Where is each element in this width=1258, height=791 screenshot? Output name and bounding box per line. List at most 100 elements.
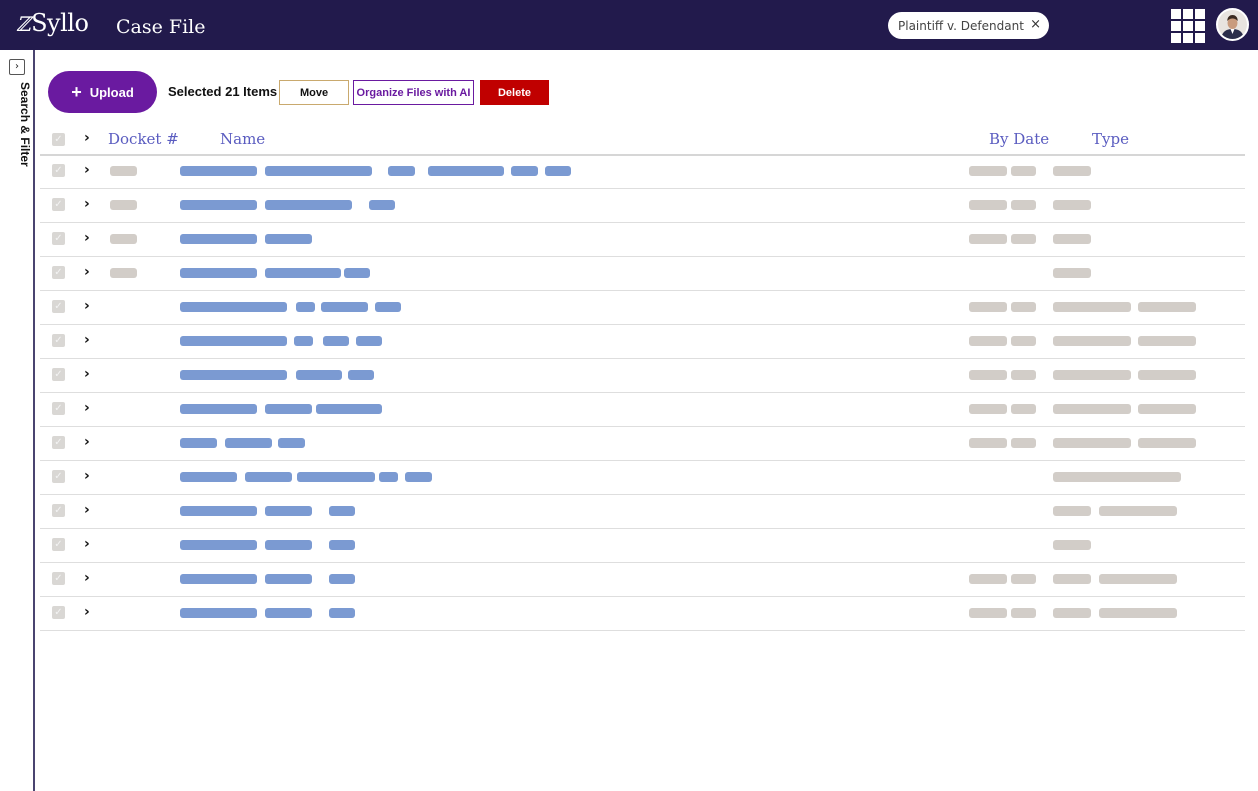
table-row[interactable]: ✓ › xyxy=(40,597,1245,631)
table-row[interactable]: ✓ › xyxy=(40,359,1245,393)
table-row[interactable]: ✓ › xyxy=(40,257,1245,291)
row-checkbox[interactable]: ✓ xyxy=(52,164,65,177)
expand-row-chevron-icon[interactable]: › xyxy=(84,502,90,518)
name-placeholder xyxy=(379,472,398,482)
date-placeholder xyxy=(1011,302,1036,312)
expand-row-chevron-icon[interactable]: › xyxy=(84,400,90,416)
row-checkbox[interactable]: ✓ xyxy=(52,470,65,483)
row-checkbox[interactable]: ✓ xyxy=(52,198,65,211)
upload-button[interactable]: + Upload xyxy=(48,71,157,113)
expand-row-chevron-icon[interactable]: › xyxy=(84,604,90,620)
name-placeholder xyxy=(180,608,257,618)
name-placeholder xyxy=(265,540,312,550)
name-placeholder xyxy=(405,472,432,482)
name-placeholder xyxy=(265,506,312,516)
date-placeholder xyxy=(1011,336,1036,346)
column-header-docket[interactable]: Docket # xyxy=(108,130,179,148)
name-placeholder xyxy=(180,404,257,414)
apps-grid-icon[interactable] xyxy=(1171,9,1205,43)
column-header-type[interactable]: Type xyxy=(1092,130,1129,148)
type-placeholder xyxy=(1053,302,1131,312)
expand-row-chevron-icon[interactable]: › xyxy=(84,264,90,280)
name-placeholder xyxy=(265,166,372,176)
docket-placeholder xyxy=(110,234,137,244)
name-placeholder xyxy=(180,472,237,482)
table-row[interactable]: ✓ › xyxy=(40,393,1245,427)
expand-row-chevron-icon[interactable]: › xyxy=(84,230,90,246)
expand-row-chevron-icon[interactable]: › xyxy=(84,468,90,484)
table-row[interactable]: ✓ › xyxy=(40,529,1245,563)
expand-row-chevron-icon[interactable]: › xyxy=(84,332,90,348)
expand-row-chevron-icon[interactable]: › xyxy=(84,434,90,450)
sidebar-label[interactable]: Search & Filter xyxy=(18,82,32,167)
case-chip-label: Plaintiff v. Defendant xyxy=(898,18,1024,33)
name-placeholder xyxy=(296,370,342,380)
date-placeholder xyxy=(1011,200,1036,210)
table-row[interactable]: ✓ › xyxy=(40,461,1245,495)
case-chip[interactable]: Plaintiff v. Defendant × xyxy=(888,12,1049,39)
name-placeholder xyxy=(265,234,312,244)
name-placeholder xyxy=(180,370,287,380)
name-placeholder xyxy=(329,506,355,516)
date-placeholder xyxy=(969,608,1007,618)
name-placeholder xyxy=(180,234,257,244)
date-placeholder xyxy=(1011,608,1036,618)
type-placeholder xyxy=(1138,404,1196,414)
column-header-name[interactable]: Name xyxy=(220,130,265,148)
expand-row-chevron-icon[interactable]: › xyxy=(84,196,90,212)
table-header: ✓ › Docket # Name By Date Type xyxy=(40,124,1245,156)
row-checkbox[interactable]: ✓ xyxy=(52,334,65,347)
name-placeholder xyxy=(545,166,571,176)
row-checkbox[interactable]: ✓ xyxy=(52,368,65,381)
type-placeholder xyxy=(1053,438,1131,448)
table-row[interactable]: ✓ › xyxy=(40,223,1245,257)
column-header-date[interactable]: By Date xyxy=(989,130,1049,148)
expand-all-chevron-icon[interactable]: › xyxy=(84,130,90,146)
name-placeholder xyxy=(316,404,382,414)
table-row[interactable]: ✓ › xyxy=(40,325,1245,359)
select-all-checkbox[interactable]: ✓ xyxy=(52,133,65,146)
expand-row-chevron-icon[interactable]: › xyxy=(84,298,90,314)
type-placeholder xyxy=(1053,200,1091,210)
name-placeholder xyxy=(344,268,370,278)
expand-row-chevron-icon[interactable]: › xyxy=(84,536,90,552)
close-icon[interactable]: × xyxy=(1030,17,1041,32)
row-checkbox[interactable]: ✓ xyxy=(52,232,65,245)
organize-ai-button[interactable]: Organize Files with AI xyxy=(353,80,474,105)
avatar[interactable] xyxy=(1216,8,1249,41)
sidebar-toggle-button[interactable]: › xyxy=(9,59,25,75)
type-placeholder xyxy=(1099,608,1177,618)
plus-icon: + xyxy=(71,81,82,102)
table-row[interactable]: ✓ › xyxy=(40,495,1245,529)
expand-row-chevron-icon[interactable]: › xyxy=(84,366,90,382)
table-row[interactable]: ✓ › xyxy=(40,155,1245,189)
date-placeholder xyxy=(1011,438,1036,448)
row-checkbox[interactable]: ✓ xyxy=(52,572,65,585)
search-filter-sidebar: › Search & Filter xyxy=(0,50,35,791)
name-placeholder xyxy=(511,166,538,176)
row-checkbox[interactable]: ✓ xyxy=(52,300,65,313)
name-placeholder xyxy=(348,370,374,380)
row-checkbox[interactable]: ✓ xyxy=(52,538,65,551)
type-placeholder xyxy=(1138,336,1196,346)
syllo-logo[interactable]: ℤSyllo xyxy=(16,9,89,37)
expand-row-chevron-icon[interactable]: › xyxy=(84,162,90,178)
table-row[interactable]: ✓ › xyxy=(40,427,1245,461)
row-checkbox[interactable]: ✓ xyxy=(52,402,65,415)
row-checkbox[interactable]: ✓ xyxy=(52,504,65,517)
name-placeholder xyxy=(278,438,305,448)
table-row[interactable]: ✓ › xyxy=(40,189,1245,223)
name-placeholder xyxy=(180,506,257,516)
date-placeholder xyxy=(1011,370,1036,380)
row-checkbox[interactable]: ✓ xyxy=(52,436,65,449)
table-row[interactable]: ✓ › xyxy=(40,291,1245,325)
expand-row-chevron-icon[interactable]: › xyxy=(84,570,90,586)
move-button[interactable]: Move xyxy=(279,80,349,105)
row-checkbox[interactable]: ✓ xyxy=(52,266,65,279)
date-placeholder xyxy=(969,234,1007,244)
name-placeholder xyxy=(265,574,312,584)
delete-button[interactable]: Delete xyxy=(480,80,549,105)
table-row[interactable]: ✓ › xyxy=(40,563,1245,597)
row-checkbox[interactable]: ✓ xyxy=(52,606,65,619)
type-placeholder xyxy=(1053,608,1091,618)
